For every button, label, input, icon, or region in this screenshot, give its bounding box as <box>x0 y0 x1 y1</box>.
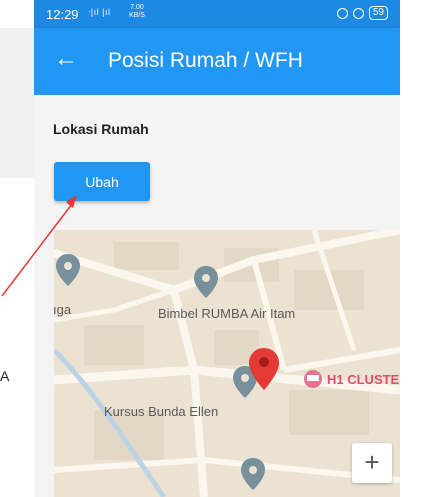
annotation-arrow <box>1 195 77 297</box>
